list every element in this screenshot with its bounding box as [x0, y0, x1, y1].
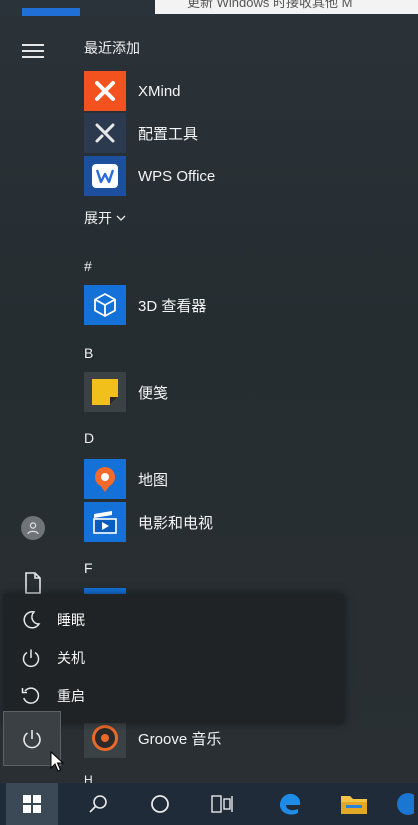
user-icon	[27, 522, 39, 535]
power-option-label: 重启	[57, 688, 85, 704]
folder-icon	[341, 796, 367, 814]
app-label: XMind	[138, 82, 181, 100]
mouse-cursor-icon	[50, 750, 66, 778]
app-label: Groove 音乐	[138, 730, 222, 748]
taskbar	[0, 783, 418, 825]
task-view-icon	[211, 795, 233, 813]
cortana-icon	[151, 795, 169, 813]
task-view-button[interactable]	[198, 783, 246, 825]
app-label: 地图	[138, 471, 169, 489]
chevron-down-icon	[116, 215, 126, 221]
start-button[interactable]	[6, 783, 58, 825]
app-3d-viewer[interactable]: 3D 查看器	[84, 285, 206, 325]
power-option-label: 睡眠	[57, 612, 85, 628]
xmind-icon	[84, 71, 126, 111]
app-label: 配置工具	[138, 125, 199, 143]
user-avatar[interactable]	[21, 516, 45, 540]
power-menu: 睡眠 关机 重启	[4, 594, 344, 723]
power-option-label: 关机	[57, 650, 85, 666]
search-icon	[89, 795, 107, 813]
group-letter-f[interactable]: F	[84, 558, 93, 578]
app-groove-music[interactable]: Groove 音乐	[84, 718, 221, 758]
app-sticky-notes[interactable]: 便笺	[84, 372, 168, 412]
sticky-note-icon	[84, 372, 126, 412]
wps-icon	[84, 156, 126, 196]
group-letter-b[interactable]: B	[84, 343, 93, 363]
recent-header: 最近添加	[84, 40, 140, 56]
power-icon	[20, 647, 42, 669]
power-option-restart[interactable]: 重启	[4, 677, 344, 715]
documents-icon[interactable]	[24, 572, 42, 594]
map-pin-icon	[84, 459, 126, 499]
app-label: 便笺	[138, 384, 169, 402]
tools-icon	[84, 113, 126, 153]
store-button[interactable]	[394, 783, 418, 825]
app-movies-tv[interactable]: 电影和电视	[84, 502, 213, 542]
screen: 更新 Windows 时接收其他 M 最近添加 XMind 配置工具 WPS O…	[0, 0, 418, 825]
power-option-sleep[interactable]: 睡眠	[4, 601, 344, 639]
store-icon	[397, 793, 414, 815]
cortana-button[interactable]	[136, 783, 184, 825]
app-label: 电影和电视	[138, 514, 214, 532]
power-option-shutdown[interactable]: 关机	[4, 639, 344, 677]
group-letter-d[interactable]: D	[84, 428, 94, 448]
background-window: 更新 Windows 时接收其他 M	[0, 0, 418, 16]
app-config-tool[interactable]: 配置工具	[84, 113, 198, 153]
movie-icon	[84, 502, 126, 542]
windows-logo-icon	[23, 795, 41, 813]
expand-button[interactable]: 展开	[84, 208, 126, 228]
cube-icon	[84, 285, 126, 325]
notification-text: 更新 Windows 时接收其他 M	[155, 0, 418, 14]
edge-button[interactable]	[266, 783, 314, 825]
hamburger-menu-icon[interactable]	[22, 44, 44, 58]
groove-icon	[84, 718, 126, 758]
file-explorer-button[interactable]	[330, 783, 378, 825]
edge-icon	[280, 793, 301, 815]
app-xmind[interactable]: XMind	[84, 71, 181, 111]
window-highlight	[22, 8, 80, 16]
app-wps-office[interactable]: WPS Office	[84, 156, 215, 196]
power-icon	[23, 729, 41, 748]
moon-icon	[20, 609, 42, 631]
restart-icon	[20, 685, 42, 707]
search-button[interactable]	[74, 783, 122, 825]
app-label: 3D 查看器	[138, 297, 207, 315]
app-label: WPS Office	[138, 167, 216, 185]
app-maps[interactable]: 地图	[84, 459, 168, 499]
group-letter-hash[interactable]: #	[84, 256, 92, 276]
expand-label: 展开	[84, 210, 112, 226]
